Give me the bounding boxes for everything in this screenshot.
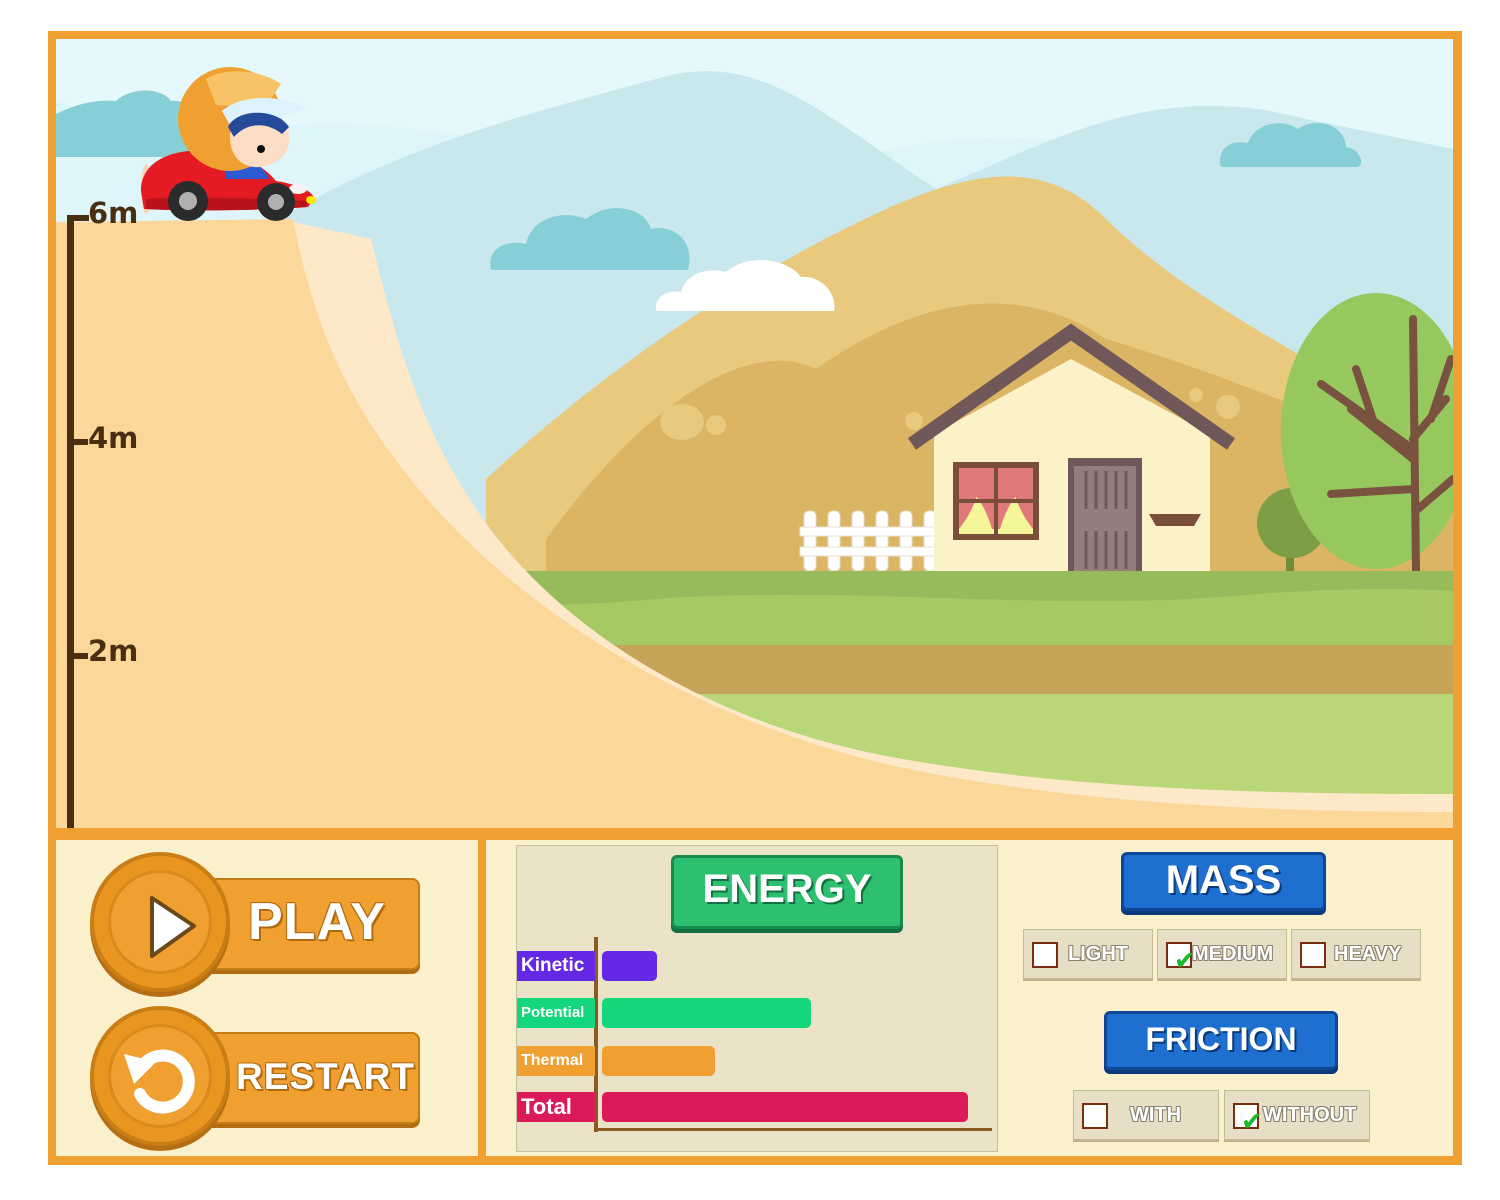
- friction-option-label: WITH: [1130, 1104, 1182, 1126]
- restart-arrow-icon: [124, 1049, 195, 1114]
- play-label: PLAY: [248, 893, 386, 951]
- mass-checkbox[interactable]: [1032, 942, 1058, 968]
- mass-title-badge: MASS: [1121, 852, 1326, 911]
- friction-checkbox[interactable]: ✔: [1233, 1103, 1263, 1135]
- height-mark-2m: 2m: [88, 634, 139, 668]
- height-mark-6m: 6m: [88, 196, 139, 230]
- restart-label: RESTART: [236, 1056, 415, 1097]
- mass-option-label: HEAVY: [1334, 943, 1402, 965]
- mass-option-label: LIGHT: [1068, 943, 1128, 965]
- friction-option-without[interactable]: ✔ WITHOUT: [1224, 1090, 1370, 1140]
- restart-button[interactable]: RESTART: [90, 1006, 420, 1146]
- energy-bar-total: [602, 1092, 968, 1122]
- energy-axis-x: [594, 1128, 992, 1131]
- energy-bar-potential: [602, 998, 811, 1028]
- energy-bar-kinetic: [602, 951, 657, 981]
- energy-label-kinetic: Kinetic: [517, 951, 595, 981]
- energy-label-total: Total: [517, 1092, 595, 1122]
- mass-option-label: MEDIUM: [1192, 943, 1274, 965]
- friction-checkbox[interactable]: [1082, 1103, 1108, 1129]
- mass-checkbox[interactable]: ✔: [1166, 942, 1196, 974]
- mass-checkbox[interactable]: [1300, 942, 1326, 968]
- height-mark-4m: 4m: [88, 421, 139, 455]
- energy-label-potential: Potential: [517, 998, 595, 1028]
- mass-option-medium[interactable]: ✔ MEDIUM: [1157, 929, 1287, 979]
- friction-option-label: WITHOUT: [1263, 1104, 1357, 1126]
- checkmark-icon: ✔: [1241, 1107, 1263, 1137]
- energy-title-badge: ENERGY: [671, 855, 903, 929]
- energy-label-thermal: Thermal: [517, 1046, 595, 1076]
- mass-option-heavy[interactable]: HEAVY: [1291, 929, 1421, 979]
- mass-option-light[interactable]: LIGHT: [1023, 929, 1153, 979]
- play-button[interactable]: PLAY: [90, 852, 420, 992]
- play-triangle-icon: [150, 896, 196, 958]
- scene-illustration: [56, 39, 1453, 828]
- energy-bar-thermal: [602, 1046, 715, 1076]
- game-scene: [56, 39, 1453, 828]
- friction-option-with[interactable]: WITH: [1073, 1090, 1219, 1140]
- friction-title-badge: FRICTION: [1104, 1011, 1338, 1070]
